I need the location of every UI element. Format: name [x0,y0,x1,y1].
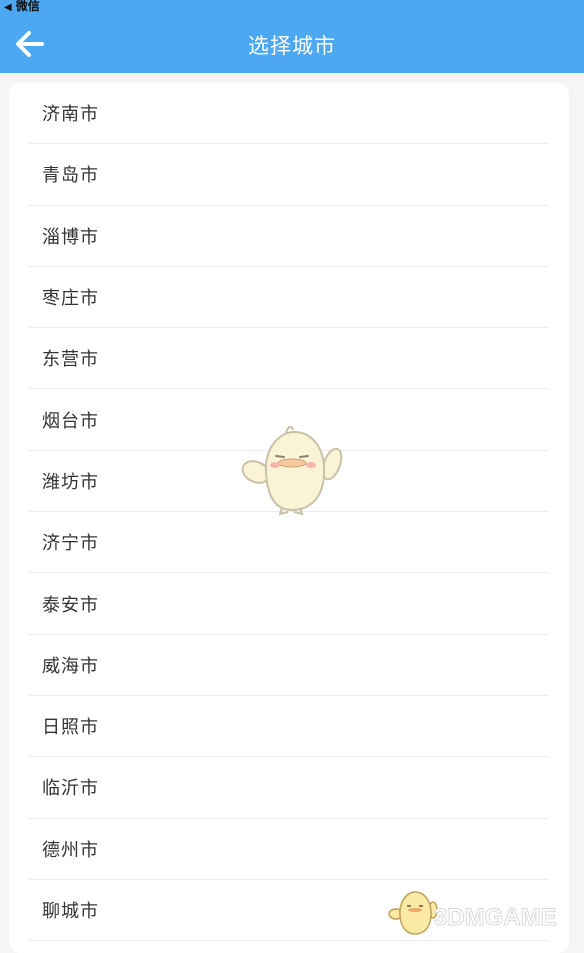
city-item[interactable]: 青岛市 [29,144,549,206]
city-item[interactable]: 威海市 [29,635,549,696]
mascot-image [241,425,343,516]
city-item[interactable]: 淄博市 [29,206,549,267]
city-item[interactable]: 泰安市 [29,573,549,635]
watermark-mascot-icon [388,891,438,935]
back-app-label[interactable]: 微信 [16,0,40,13]
city-list-card: 济南市 青岛市 淄博市 枣庄市 东营市 烟台市 潍坊市 济宁市 泰安市 威海市 日照市 临沂市 德州市聊… [9,83,569,953]
watermark: 3DMGAME [388,886,584,939]
city-item[interactable]: 枣庄市 [29,267,549,329]
city-item[interactable]: 济南市 [29,83,549,145]
page-title: 选择城市 [248,34,336,58]
status-bar: ◀ 微信 [0,0,584,14]
watermark-text: 3DMGAME [434,904,558,932]
city-item[interactable]: 东营市 [29,328,549,390]
city-item[interactable]: 德州市 [29,819,549,880]
city-item[interactable]: 临沂市 [29,757,549,819]
back-to-app-icon[interactable]: ◀ [4,2,12,13]
city-item[interactable]: 济宁市 [29,512,549,574]
city-item[interactable]: 日照市 [29,696,549,758]
navigation-bar: 选择城市 [0,14,584,73]
